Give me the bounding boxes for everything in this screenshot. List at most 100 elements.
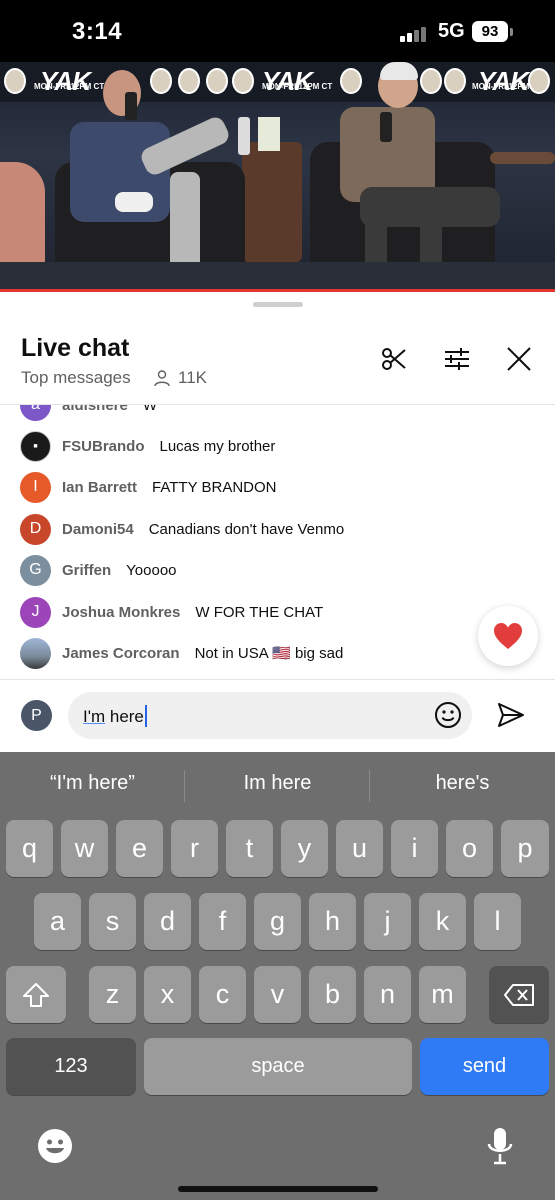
input-divider [0,679,555,680]
backspace-icon [504,983,534,1006]
chat-message: James Corcoran Not in USA 🇺🇸 big sad [20,637,343,669]
network-type: 5G [438,20,465,42]
author-name[interactable]: Ian Barrett [62,479,137,496]
caricature [232,68,254,94]
side-table [242,142,302,262]
key-e[interactable]: e [116,820,163,877]
key-b[interactable]: b [309,966,356,1023]
key-u[interactable]: u [336,820,383,877]
caricature [206,68,228,94]
key-f[interactable]: f [199,893,246,950]
chat-message: D Damoni54 Canadians don't have Venmo [20,513,344,545]
author-avatar[interactable]: I [20,471,51,503]
backspace-key[interactable] [489,966,549,1023]
message-text: W FOR THE CHAT [195,603,324,621]
heart-icon [494,623,522,649]
suggestion-1[interactable]: “I'm here” [0,772,185,795]
author-avatar[interactable]: J [20,596,51,628]
caricature [340,68,362,94]
my-avatar: P [21,700,52,731]
suggestion-2[interactable]: Im here [185,772,370,795]
send-key[interactable]: send [420,1038,549,1095]
author-name[interactable]: aldishere [62,405,128,414]
cap [380,62,418,80]
home-indicator[interactable] [178,1186,378,1192]
author-avatar[interactable]: D [20,513,51,545]
message-text: W [142,405,158,414]
author-avatar[interactable]: a [20,405,51,421]
side-table [490,152,555,164]
clip-scissors-icon[interactable] [379,344,409,374]
emoji-icon[interactable] [434,701,462,729]
sneaker [115,192,153,212]
author-name[interactable]: Damoni54 [62,521,134,538]
viewers-icon [154,370,170,387]
key-d[interactable]: d [144,893,191,950]
key-h[interactable]: h [309,893,356,950]
key-v[interactable]: v [254,966,301,1023]
key-x[interactable]: x [144,966,191,1023]
key-t[interactable]: t [226,820,273,877]
suggestion-3[interactable]: here's [370,772,555,795]
text-caret [144,705,147,727]
banner-schedule: MON-FRI 12PM CT [262,82,333,91]
close-icon[interactable] [504,344,534,374]
caricature [528,68,550,94]
key-l[interactable]: l [474,893,521,950]
mic [125,92,137,120]
key-z[interactable]: z [89,966,136,1023]
key-w[interactable]: w [61,820,108,877]
chat-message: I Ian Barrett FATTY BRANDON [20,471,277,503]
key-m[interactable]: m [419,966,466,1023]
chat-message-list[interactable]: a aldishere W ■ FSUBrando Lucas my broth… [0,405,555,677]
chat-input-text[interactable]: I'm here [83,705,147,727]
caricature [178,68,200,94]
heart-reaction-button[interactable] [478,606,538,666]
key-g[interactable]: g [254,893,301,950]
caricature [150,68,172,94]
key-a[interactable]: a [34,893,81,950]
video-player[interactable]: YAK MON-FRI 12PM CT YAK MON-FRI 12PM CT … [0,62,555,292]
key-c[interactable]: c [199,966,246,1023]
chat-message: J Joshua Monkres W FOR THE CHAT [20,596,323,628]
message-text: Lucas my brother [159,437,276,455]
key-q[interactable]: q [6,820,53,877]
author-name[interactable]: Joshua Monkres [62,604,180,621]
key-j[interactable]: j [364,893,411,950]
caricature [420,68,442,94]
emoji-keyboard-icon[interactable] [37,1128,73,1164]
key-o[interactable]: o [446,820,493,877]
message-text: Yooooo [126,561,177,579]
space-key[interactable]: space [144,1038,412,1095]
panel-title: Live chat [21,334,130,362]
author-avatar[interactable]: G [20,554,51,586]
status-time: 3:14 [72,18,123,45]
chat-input[interactable]: I'm here [68,692,472,739]
banner-schedule: MON-FRI 12PM CT [34,82,105,91]
microphone-icon[interactable] [486,1126,514,1166]
status-bar: 3:14 5G 93 [0,0,555,62]
typed-text: here [105,707,144,726]
chat-mode-selector[interactable]: Top messages [21,368,131,388]
shift-key[interactable] [6,966,66,1023]
key-p[interactable]: p [501,820,549,877]
video-banner: YAK MON-FRI 12PM CT YAK MON-FRI 12PM CT … [0,62,555,102]
key-y[interactable]: y [281,820,328,877]
author-name[interactable]: FSUBrando [62,438,145,455]
chat-message: ■ FSUBrando Lucas my brother [20,430,275,462]
author-name[interactable]: James Corcoran [62,645,180,662]
author-avatar[interactable] [20,637,51,669]
key-r[interactable]: r [171,820,218,877]
key-k[interactable]: k [419,893,466,950]
author-avatar[interactable]: ■ [20,430,51,462]
numbers-key[interactable]: 123 [6,1038,136,1095]
chat-message: a aldishere W [20,405,157,421]
author-name[interactable]: Griffen [62,562,111,579]
drag-handle[interactable] [253,302,303,307]
send-icon[interactable] [496,700,526,730]
message-text: Not in USA 🇺🇸 big sad [194,645,344,662]
key-s[interactable]: s [89,893,136,950]
key-n[interactable]: n [364,966,411,1023]
key-i[interactable]: i [391,820,438,877]
filter-settings-icon[interactable] [442,344,472,374]
